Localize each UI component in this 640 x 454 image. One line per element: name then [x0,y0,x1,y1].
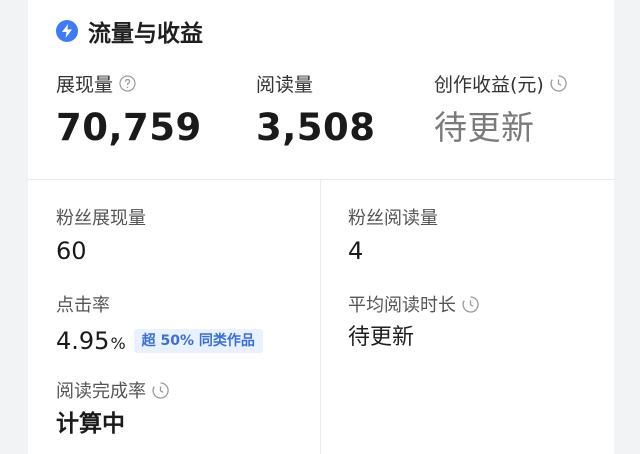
ctr-label: 点击率 [56,295,110,316]
lightning-icon [56,20,78,42]
clock-icon [550,74,567,92]
revenue-value: 待更新 [434,108,535,147]
question-circle-icon[interactable] [119,74,136,92]
revenue-metric: 创作收益(元) 待更新 [434,70,567,150]
impressions-metric: 展现量 70,759 [56,70,202,150]
avg-read-time-metric: 平均阅读时长 待更新 [348,292,479,353]
fans-reads-value: 4 [348,237,364,265]
ctr-value: 4.95 [56,327,110,355]
ctr-metric: 点击率 4.95 % 超 50% 同类作品 [56,292,263,359]
divider-vertical [320,180,321,454]
completion-rate-value: 计算中 [56,411,125,437]
avg-read-time-label: 平均阅读时长 [348,295,456,316]
clock-icon [152,381,169,399]
completion-rate-label: 阅读完成率 [56,381,146,402]
fans-impressions-label: 粉丝展现量 [56,208,146,229]
card-header: 流量与收益 [56,16,203,47]
ctr-comparison-badge: 超 50% 同类作品 [133,329,263,353]
divider-horizontal [28,179,614,180]
ctr-unit: % [110,334,126,353]
traffic-revenue-card: 流量与收益 展现量 70,759 阅读量 3,508 创作收益(元) 待更新 粉… [28,0,614,454]
impressions-label: 展现量 [56,73,114,96]
completion-rate-metric: 阅读完成率 计算中 [56,378,169,439]
reads-label: 阅读量 [256,73,314,96]
fans-impressions-metric: 粉丝展现量 60 [56,205,146,266]
reads-value: 3,508 [256,106,376,149]
revenue-label: 创作收益(元) [434,73,544,96]
reads-metric: 阅读量 3,508 [256,70,376,150]
fans-impressions-value: 60 [56,237,87,265]
card-title: 流量与收益 [88,21,203,47]
impressions-value: 70,759 [56,106,202,149]
avg-read-time-value: 待更新 [348,325,415,350]
fans-reads-metric: 粉丝阅读量 4 [348,205,438,266]
fans-reads-label: 粉丝阅读量 [348,208,438,229]
clock-icon [462,295,479,313]
